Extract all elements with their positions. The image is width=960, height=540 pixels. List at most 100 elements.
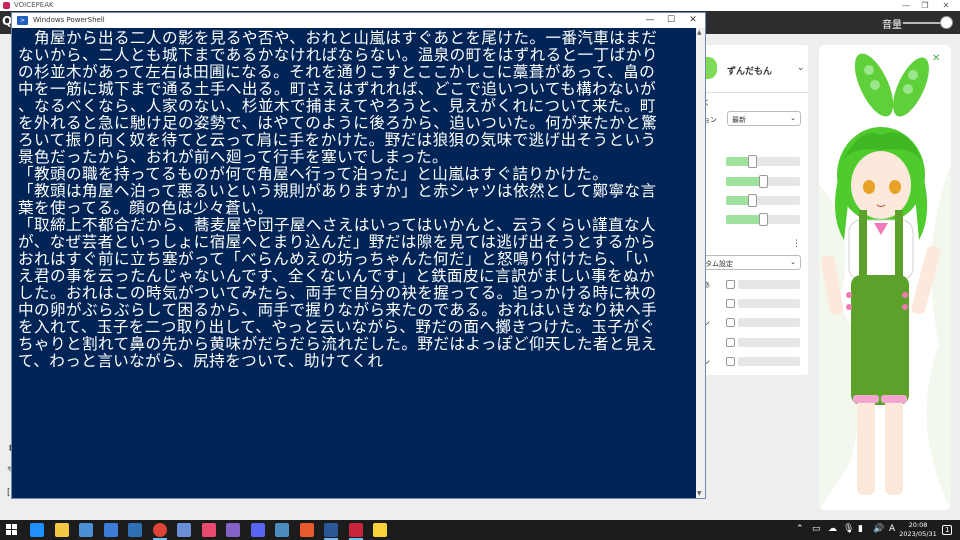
console-line: が、なぜ芸者といっしょに宿屋へとまり込んだ」野だは隙を見ては逃げ出そうとするから <box>18 233 656 251</box>
music-icon[interactable] <box>201 523 216 537</box>
scroll-up-icon[interactable]: ▲ <box>697 29 702 36</box>
console-output[interactable]: 角屋から出る二人の影を見るや否や、おれと山嵐はすぐあとを尾けた。一番汽車はまだな… <box>18 30 694 497</box>
console-line: 角屋から出る二人の影を見るや否や、おれと山嵐はすぐあとを尾けた。一番汽車はまだ <box>18 30 658 47</box>
scroll-down-icon[interactable]: ▼ <box>697 490 702 497</box>
console-line: を入れて、玉子を二つ取り出して、やっと云いながら、野だの面へ擲きつけた。玉子がぐ <box>18 318 656 336</box>
maximize-button[interactable]: ☐ <box>660 13 682 28</box>
powershell-window: > Windows PowerShell — ☐ ✕ 角屋から出る二人の影を見る… <box>11 12 706 499</box>
calculator-icon[interactable] <box>79 523 93 537</box>
param-slider-4[interactable] <box>738 338 800 347</box>
console-line: 中の卵がぶらぶらして困るから、両手で握りながら来たのである。おれはいきなり袂へ手 <box>18 301 658 319</box>
microphone-icon[interactable]: 🎙 <box>843 524 854 534</box>
close-icon[interactable]: ✕ <box>932 53 940 64</box>
param-checkbox-5[interactable] <box>726 357 735 366</box>
param-checkbox-3[interactable] <box>726 318 735 327</box>
console-line: 、なるべくなら、人家のない、杉並木で捕まえてやろうと、見えがくれについて来た。町 <box>18 97 656 115</box>
chevron-down-icon: ⌄ <box>790 114 796 122</box>
edge-icon[interactable] <box>30 523 44 537</box>
style-select-value: 最新 <box>732 116 746 124</box>
console-line: 「教頭の職を持ってるものが何で角屋へ行って泊った」と山嵐はすぐ詰りかけた。 <box>18 165 609 183</box>
clock-date: 2023/05/31 <box>899 530 937 538</box>
param-slider-1[interactable] <box>738 280 800 289</box>
clock[interactable]: 20:08 2023/05/31 <box>898 521 938 539</box>
emotion-slider-3[interactable] <box>726 194 800 207</box>
chrome-icon[interactable] <box>152 523 167 537</box>
voicepeak-window-title: VOICEPEAK <box>14 1 54 9</box>
office-icon[interactable] <box>299 523 314 537</box>
character-portrait <box>819 45 951 510</box>
voicepeak-logo-icon <box>3 2 10 9</box>
character-illustration <box>819 53 951 510</box>
more-options-icon[interactable]: ⋮ <box>792 239 801 249</box>
panel-divider <box>700 92 808 93</box>
volume-slider-thumb[interactable] <box>940 16 953 29</box>
chevron-up-icon[interactable]: ⌃ <box>796 524 804 534</box>
explorer-icon[interactable] <box>54 523 69 537</box>
network-icon[interactable]: ▮ <box>858 524 863 534</box>
param-checkbox-2[interactable] <box>726 299 735 308</box>
sticky-notes-icon[interactable] <box>373 523 387 537</box>
style-select[interactable]: 最新 ⌄ <box>727 111 801 126</box>
powershell-icon: > <box>17 16 28 25</box>
console-line: て、わっと言いながら、尻持をついて、助けてくれ <box>18 352 384 370</box>
start-button[interactable] <box>6 524 18 536</box>
monitor-icon[interactable]: ▭ <box>812 524 821 534</box>
slider-fill <box>726 215 763 224</box>
console-line: おれはすぐ前に立ち塞がって「べらんめえの坊っちゃんた何だ」と怒鳴り付けたら、「い <box>18 250 650 268</box>
notification-badge[interactable]: 1 <box>942 525 953 535</box>
clock-time: 20:08 <box>908 521 928 529</box>
emotion-slider-4[interactable] <box>726 213 800 226</box>
chevron-down-icon[interactable]: ⌄ <box>797 63 805 73</box>
voicepeak-close-button[interactable]: ✕ <box>936 0 956 11</box>
console-line: ろいて振り向く奴を待てと云って肩に手をかけた。野だは狼狽の気味で逃げ出そうという <box>18 131 657 149</box>
console-line: ないから、二人とも城下まであるかなければならない。温泉の町をはずれると一丁ばかり <box>18 46 658 64</box>
slider-thumb[interactable] <box>747 155 757 168</box>
console-line: ちゃりと割れて鼻の先から黄味がだらだら流れだした。野だはよっぽど仰天した者と見え <box>18 335 657 353</box>
minimize-button[interactable]: — <box>639 13 661 28</box>
mail-icon[interactable] <box>103 523 118 537</box>
param-slider-2[interactable] <box>738 299 800 308</box>
param-slider-5[interactable] <box>738 357 800 366</box>
voicepeak-icon[interactable] <box>348 523 363 537</box>
param-checkbox-1[interactable] <box>726 280 735 289</box>
python-icon[interactable] <box>275 523 289 537</box>
custom-select-value: タム設定 <box>705 260 733 268</box>
chevron-down-icon: ⌄ <box>790 258 796 266</box>
cloud-icon[interactable]: ☁ <box>828 524 837 534</box>
custom-settings-select[interactable]: タム設定 ⌄ <box>700 255 801 270</box>
console-line: 景色だったから、おれが前へ廻って行手を塞いでしまった。 <box>18 148 448 166</box>
console-scrollbar[interactable]: ▲ ▼ <box>696 28 705 498</box>
volume-icon[interactable]: 🔊 <box>873 524 884 534</box>
app-icon[interactable] <box>177 523 191 537</box>
console-line: え君の事を云ったんじゃないんです、全くないんです」と鉄面皮に言訳がましい事をぬか <box>18 267 655 285</box>
param-checkbox-4[interactable] <box>726 338 735 347</box>
console-line: 「取締上不都合だから、蕎麦屋や団子屋へさえはいってはいかんと、云うくらい謹直な人 <box>18 216 657 234</box>
console-line: 葉を使ってる。顔の色は少々蒼い。 <box>18 199 274 217</box>
voicepeak-restore-button[interactable]: ❐ <box>915 0 935 11</box>
close-button[interactable]: ✕ <box>682 13 704 28</box>
bracket-icon[interactable]: [ <box>7 488 11 498</box>
slider-fill <box>726 177 763 186</box>
discord-icon[interactable] <box>250 523 265 537</box>
console-line: した。おれはこの時気がついてみたら、両手で自分の袂を握ってる。追っかける時に袂の <box>18 284 657 302</box>
voicepeak-minimize-button[interactable]: — <box>896 0 916 11</box>
tv-icon[interactable] <box>128 523 142 537</box>
powershell-titlebar[interactable]: > Windows PowerShell — ☐ ✕ <box>12 13 705 28</box>
emotion-slider-2[interactable] <box>726 175 800 188</box>
emotion-slider-1[interactable] <box>726 155 800 168</box>
slider-thumb[interactable] <box>759 175 768 188</box>
console-line: を外れると急に馳け足の姿勢で、はやてのように後ろから、追いついた。何が来たかと驚 <box>18 114 658 132</box>
slider-thumb[interactable] <box>759 213 768 226</box>
powershell-icon[interactable] <box>324 523 338 537</box>
volume-label: 音量 <box>882 20 902 31</box>
desktop: VOICEPEAK — ❐ ✕ Q 音量 ずんだもん ⌄ く ョン 最新 ⌄ ⋮… <box>0 0 960 540</box>
console-line: の杉並木があって左右は田圃になる。それを通りこすとここかしこに藁葺があって、畠の <box>18 63 656 81</box>
param-slider-3[interactable] <box>738 318 800 327</box>
voicepeak-titlebar: VOICEPEAK — ❐ ✕ <box>0 0 960 11</box>
visual-studio-icon[interactable] <box>226 523 240 537</box>
character-name[interactable]: ずんだもん <box>727 64 772 77</box>
ime-indicator[interactable]: A <box>889 524 895 534</box>
powershell-window-title: Windows PowerShell <box>33 16 105 24</box>
console-line: 「教頭は角屋へ泊って悪るいという規則がありますか」と赤シャツは依然として鄭寧な言 <box>18 182 657 200</box>
slider-thumb[interactable] <box>747 194 757 207</box>
